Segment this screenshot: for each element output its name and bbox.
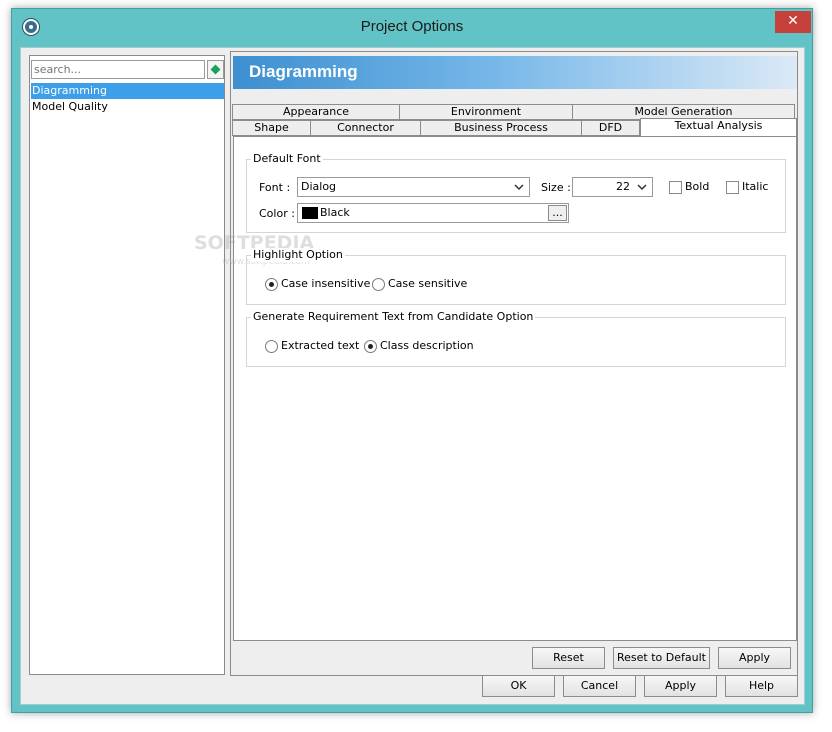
title-bar[interactable]: Project Options ✕ [12,9,812,47]
textual-analysis-tab-content: SOFTPEDIA www.softpedia.com Default Font… [194,136,797,641]
dialog-apply-button[interactable]: Apply [644,675,717,697]
reset-to-default-button[interactable]: Reset to Default [613,647,710,669]
case-insensitive-label: Case insensitive [281,277,371,290]
highlight-option-title: Highlight Option [251,248,345,262]
cancel-button[interactable]: Cancel [563,675,636,697]
requirement-text-title: Generate Requirement Text from Candidate… [251,310,536,324]
tab-appearance[interactable]: Appearance [232,104,400,120]
bold-checkbox[interactable] [669,181,682,194]
ok-button[interactable]: OK [482,675,555,697]
section-title: Diagramming [249,62,358,81]
tab-shape[interactable]: Shape [232,120,311,136]
settings-panel: Diagramming Appearance Environment Model… [194,51,798,676]
category-panel: Diagramming Model Quality [29,55,225,675]
highlight-option-group: Highlight Option Case insensitive Case s… [246,248,786,305]
close-button[interactable]: ✕ [775,11,811,33]
font-select[interactable]: Dialog [297,177,530,197]
color-more-button[interactable]: ... [548,205,567,221]
bold-label: Bold [685,180,710,193]
italic-checkbox[interactable] [726,181,739,194]
color-swatch [302,207,318,219]
extracted-text-label: Extracted text [281,339,360,352]
size-select[interactable]: 22 [572,177,653,197]
reset-button[interactable]: Reset [532,647,605,669]
category-tree: Diagramming Model Quality [31,83,224,115]
font-select-value: Dialog [301,180,337,193]
tree-item-model-quality[interactable]: Model Quality [31,99,224,115]
tab-environment[interactable]: Environment [399,104,573,120]
project-options-window: Project Options ✕ Diagramming Model Qual… [11,8,813,713]
color-select[interactable]: Black ... [297,203,569,223]
requirement-text-group: Generate Requirement Text from Candidate… [246,310,786,367]
tab-connector[interactable]: Connector [310,120,421,136]
tab-business-process[interactable]: Business Process [420,120,582,136]
help-button[interactable]: Help [725,675,798,697]
size-label: Size : [541,181,571,194]
case-sensitive-radio[interactable] [372,278,385,291]
extracted-text-radio[interactable] [265,340,278,353]
tree-item-diagramming[interactable]: Diagramming [31,83,224,99]
panel-apply-button[interactable]: Apply [718,647,791,669]
tab-textual-analysis[interactable]: Textual Analysis [640,118,797,136]
color-select-value: Black [320,206,350,219]
case-insensitive-radio[interactable] [265,278,278,291]
chevron-down-icon [514,184,524,191]
tab-dfd[interactable]: DFD [581,120,640,136]
class-description-radio[interactable] [364,340,377,353]
search-input[interactable] [31,60,205,79]
color-label: Color : [259,207,295,220]
default-font-group: Default Font Font : Dialog Size : 22 Bol… [246,152,786,233]
window-title: Project Options [360,18,464,35]
case-sensitive-label: Case sensitive [388,277,468,290]
font-label: Font : [259,181,291,194]
section-banner: Diagramming [233,56,797,89]
size-select-value: 22 [616,180,630,193]
dialog-client-area: Diagramming Model Quality Diagramming Ap… [20,47,805,705]
chevron-down-icon [637,184,647,191]
class-description-label: Class description [380,339,474,352]
search-filter-icon[interactable] [207,60,224,79]
italic-label: Italic [742,180,769,193]
default-font-title: Default Font [251,152,323,166]
